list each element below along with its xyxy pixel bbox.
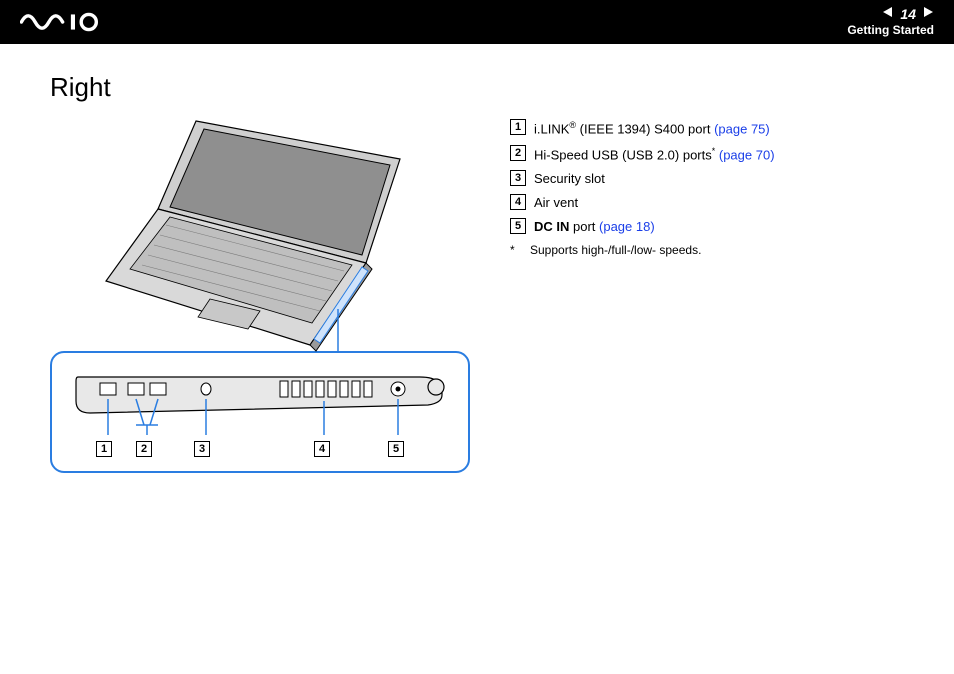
legend-num-4: 4 <box>510 194 526 210</box>
legend-num-5: 5 <box>510 218 526 234</box>
legend-item-5: 5 DC IN port (page 18) <box>510 218 914 236</box>
content-row: 1 2 3 4 5 1 i.LINK® (IEEE 1394) S400 por… <box>50 113 914 473</box>
callout-labels: 1 2 3 4 5 <box>66 439 454 459</box>
legend-num-3: 3 <box>510 170 526 186</box>
callout-frame: 1 2 3 4 5 <box>50 351 470 473</box>
side-view-illustration <box>66 369 454 439</box>
legend-item-3: 3 Security slot <box>510 170 914 188</box>
callout-4: 4 <box>314 439 330 457</box>
footnote-text: Supports high-/full-/low- speeds. <box>530 243 701 257</box>
callout-1: 1 <box>96 439 112 457</box>
page-link-75[interactable]: (page 75) <box>714 121 770 136</box>
legend-text-3: Security slot <box>534 170 605 188</box>
section-name: Getting Started <box>847 23 934 39</box>
legend-list: 1 i.LINK® (IEEE 1394) S400 port (page 75… <box>510 113 914 257</box>
legend-num-1: 1 <box>510 119 526 135</box>
header-bar: 14 Getting Started <box>0 0 954 44</box>
footnote-mark: * <box>510 243 518 257</box>
page-title: Right <box>50 72 914 103</box>
callout-2: 2 <box>136 439 152 457</box>
legend-text-4: Air vent <box>534 194 578 212</box>
body: Right <box>0 44 954 493</box>
pager: 14 <box>847 5 934 23</box>
page-link-70[interactable]: (page 70) <box>719 147 775 162</box>
legend-item-1: 1 i.LINK® (IEEE 1394) S400 port (page 75… <box>510 119 914 139</box>
page-link-18[interactable]: (page 18) <box>599 219 655 234</box>
prev-page-icon[interactable] <box>882 6 894 23</box>
page: 14 Getting Started Right <box>0 0 954 674</box>
laptop-illustration <box>100 113 420 353</box>
callout-5: 5 <box>388 439 404 457</box>
header-right: 14 Getting Started <box>847 5 934 39</box>
side-view: 1 2 3 4 5 <box>66 369 454 461</box>
page-number: 14 <box>900 5 916 23</box>
legend-num-2: 2 <box>510 145 526 161</box>
legend-text-5: DC IN port (page 18) <box>534 218 655 236</box>
footnote: * Supports high-/full-/low- speeds. <box>510 243 914 257</box>
legend-item-2: 2 Hi-Speed USB (USB 2.0) ports* (page 70… <box>510 145 914 165</box>
next-page-icon[interactable] <box>922 6 934 23</box>
callout-3: 3 <box>194 439 210 457</box>
legend-text-2: Hi-Speed USB (USB 2.0) ports* (page 70) <box>534 145 775 165</box>
vaio-logo <box>20 12 130 32</box>
figure-column: 1 2 3 4 5 <box>50 113 470 473</box>
legend-text-1: i.LINK® (IEEE 1394) S400 port (page 75) <box>534 119 770 139</box>
vaio-logo-svg <box>20 12 130 32</box>
legend-item-4: 4 Air vent <box>510 194 914 212</box>
